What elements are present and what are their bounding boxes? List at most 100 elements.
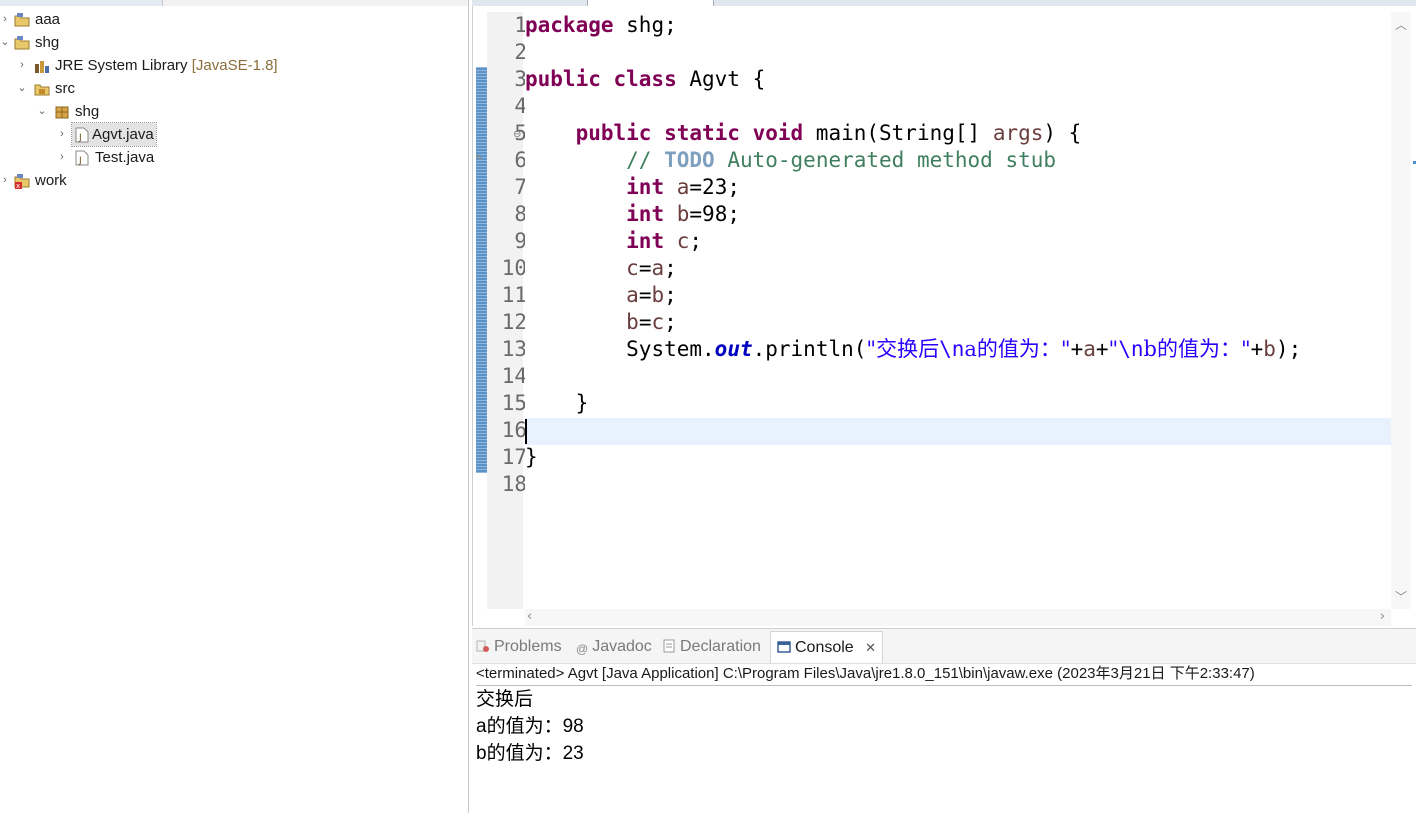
tree-item-label: Test.java [95, 149, 155, 166]
explorer-tab[interactable] [0, 0, 163, 6]
local-variable: b [626, 310, 639, 334]
string-literal: b的值为：" [1143, 337, 1251, 361]
tree-item-work[interactable]: › x work [0, 169, 460, 192]
string-literal: a的值为：" [964, 337, 1071, 361]
tree-item-src[interactable]: ⌄ src [0, 77, 460, 100]
chevron-down-icon[interactable]: ⌄ [37, 100, 47, 123]
package-explorer: › aaa ⌄ shg › JRE System Library [JavaSE… [0, 0, 469, 813]
local-variable: a [1083, 337, 1096, 361]
line-number: 17 [501, 445, 527, 469]
console-output-line: 交换后 [476, 689, 534, 710]
scroll-up-icon[interactable]: ︿ [1395, 16, 1407, 33]
code-line: // TODO Auto-generated method stub [525, 147, 1391, 174]
tree-item-test-java[interactable]: › J Test.java [0, 146, 460, 169]
horizontal-scrollbar[interactable]: ‹ › [525, 609, 1391, 626]
change-ruler [476, 67, 487, 473]
line-number: 4 [514, 94, 527, 118]
static-field: out [714, 337, 753, 361]
package-icon [55, 106, 69, 119]
fold-collapse-icon[interactable]: ⊖ [513, 129, 521, 140]
tab-problems[interactable]: Problems [476, 633, 562, 661]
tree-item-agvt-java[interactable]: › J Agvt.java [0, 122, 460, 147]
tree-item-jre-library[interactable]: › JRE System Library [JavaSE-1.8] [0, 54, 460, 77]
local-variable: b [651, 283, 665, 307]
code-text-area[interactable]: package shg; public class Agvt { public … [525, 12, 1391, 609]
code-text: =98; [689, 202, 740, 226]
operator: + [1070, 337, 1084, 361]
line-number: 15 [501, 391, 527, 415]
scroll-right-icon[interactable]: › [1380, 609, 1385, 624]
code-text: shg; [613, 13, 677, 37]
code-line: c=a; [525, 255, 1391, 282]
code-line: int c; [525, 228, 1391, 255]
code-line: b=c; [525, 309, 1391, 336]
tree-item-label: JRE System Library [55, 57, 188, 74]
code-line: } [525, 390, 1391, 417]
tree-item-label: work [35, 172, 67, 189]
tree-item-label-group: JRE System Library [JavaSE-1.8] [55, 54, 278, 77]
tree-item-aaa[interactable]: › aaa [0, 8, 460, 31]
code-line: public class Agvt { [525, 66, 1391, 93]
tree-item-shg-project[interactable]: ⌄ shg [0, 31, 460, 54]
code-text: Agvt { [676, 67, 766, 91]
console-view: Problems @ Javadoc Declaration Console ✕ … [472, 628, 1416, 814]
operator: + [1095, 337, 1109, 361]
local-variable: a [626, 283, 639, 307]
java-file-icon: J [75, 150, 89, 166]
tab-label: Declaration [680, 638, 761, 655]
chevron-right-icon[interactable]: › [57, 123, 67, 146]
chevron-right-icon[interactable]: › [17, 54, 27, 77]
console-process-header: <terminated> Agvt [Java Application] C:\… [476, 663, 1412, 686]
chevron-right-icon[interactable]: › [0, 8, 10, 31]
line-number: 12 [501, 310, 527, 334]
code-text: ; [664, 256, 677, 280]
task-marker-icon[interactable]: ✎ [475, 153, 485, 165]
problems-icon [476, 640, 489, 652]
editor-frame: ✎ 1 2 3 4 5 6 7 8 9 10 11 12 13 14 15 16… [472, 6, 1416, 626]
tree-item-label: aaa [35, 11, 61, 28]
tree-item-label: shg [75, 103, 100, 120]
chevron-right-icon[interactable]: › [57, 146, 67, 169]
escape-sequence: \n [939, 337, 965, 361]
keyword: int [626, 229, 665, 253]
todo-tag: TODO [664, 148, 715, 172]
source-folder-icon [34, 84, 50, 96]
operator: = [638, 310, 652, 334]
tree-item-shg-package[interactable]: ⌄ shg [0, 100, 460, 123]
tab-label: Javadoc [592, 638, 652, 655]
line-number: 16 [501, 418, 527, 442]
tab-javadoc[interactable]: @ Javadoc [576, 633, 652, 661]
keyword: int [626, 175, 665, 199]
scroll-down-icon[interactable]: ﹀ [1395, 588, 1407, 605]
tree-item-decoration: [JavaSE-1.8] [191, 57, 278, 74]
scroll-left-icon[interactable]: ‹ [527, 609, 532, 624]
console-icon [777, 641, 791, 653]
code-text: main(String[] [803, 121, 993, 145]
java-file-icon: J [75, 127, 89, 143]
chevron-right-icon[interactable]: › [0, 169, 10, 192]
java-project-icon [14, 36, 30, 50]
close-icon[interactable]: ✕ [865, 640, 876, 655]
line-number: 6 [514, 148, 527, 172]
code-line: System.out.println("交换后\na的值为："+a+"\nb的值… [525, 336, 1391, 363]
tab-declaration[interactable]: Declaration [662, 633, 761, 661]
code-text: ; [689, 229, 703, 253]
line-number: 3 [514, 67, 527, 91]
chevron-down-icon[interactable]: ⌄ [17, 77, 27, 100]
chevron-down-icon[interactable]: ⌄ [0, 31, 10, 54]
line-number: 8 [514, 202, 527, 226]
tab-console[interactable]: Console ✕ [770, 631, 884, 663]
escape-sequence: \n [1118, 337, 1144, 361]
vertical-scrollbar[interactable]: ︿ ﹀ [1391, 12, 1411, 609]
code-text: =23; [689, 175, 740, 199]
